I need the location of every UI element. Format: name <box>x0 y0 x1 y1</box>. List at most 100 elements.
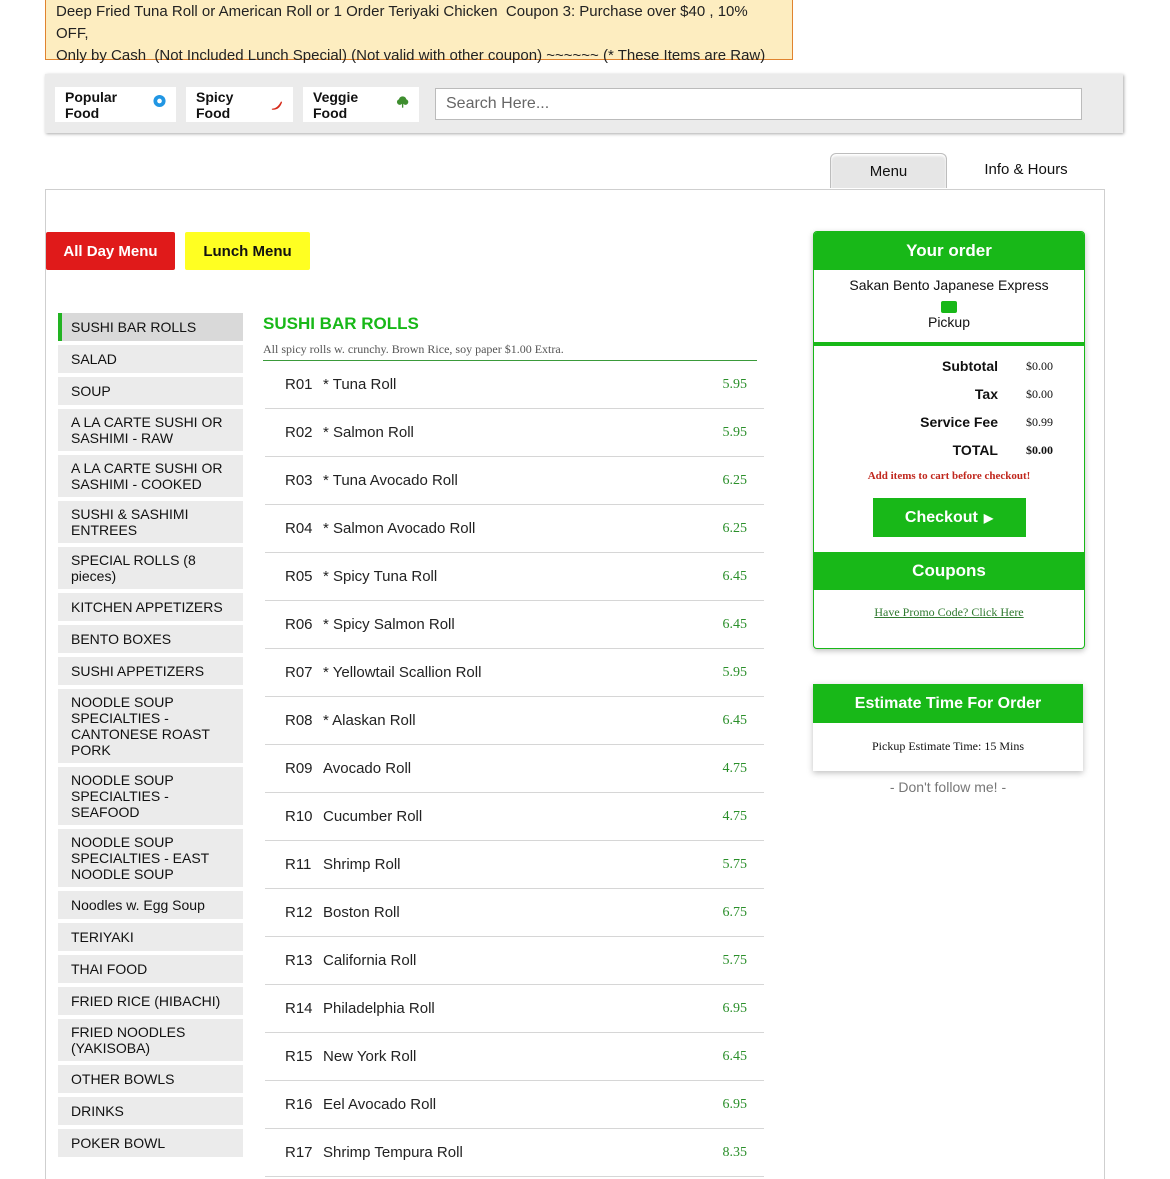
section-title: SUSHI BAR ROLLS <box>263 314 419 333</box>
item-name: * Tuna Roll <box>323 376 397 393</box>
item-code: R09 <box>285 760 313 777</box>
promo-code-link[interactable]: Have Promo Code? Click Here <box>814 605 1084 620</box>
filter-spicy-button[interactable]: Spicy Food <box>186 87 293 122</box>
item-price: 6.45 <box>722 568 748 584</box>
service-fee-row: Service Fee $0.99 <box>814 408 1084 436</box>
total-row: TOTAL $0.00 <box>814 436 1084 464</box>
item-code: R13 <box>285 952 313 969</box>
menu-item-row[interactable]: R11 Shrimp Roll 5.75 <box>265 841 764 889</box>
category-item[interactable]: BENTO BOXES <box>58 625 243 653</box>
item-name: * Salmon Roll <box>323 424 414 441</box>
item-name: * Spicy Salmon Roll <box>323 616 455 633</box>
category-item[interactable]: Noodles w. Egg Soup <box>58 891 243 919</box>
search-input[interactable] <box>435 88 1082 120</box>
category-item[interactable]: OTHER BOWLS <box>58 1065 243 1093</box>
category-item[interactable]: SOUP <box>58 377 243 405</box>
item-price: 6.45 <box>722 712 748 728</box>
menu-item-row[interactable]: R01 * Tuna Roll 5.95 <box>265 361 764 409</box>
category-item[interactable]: NOODLE SOUP SPECIALTIES - CANTONESE ROAS… <box>58 689 243 763</box>
category-item[interactable]: POKER BOWL <box>58 1129 243 1157</box>
category-item[interactable]: SUSHI BAR ROLLS <box>58 313 243 341</box>
item-price: 4.75 <box>722 760 748 776</box>
filter-veggie-button[interactable]: Veggie Food <box>303 87 419 122</box>
category-item[interactable]: FRIED RICE (HIBACHI) <box>58 987 243 1015</box>
item-name: New York Roll <box>323 1048 417 1065</box>
menu-item-row[interactable]: R17 Shrimp Tempura Roll 8.35 <box>265 1129 764 1177</box>
all-day-menu-button[interactable]: All Day Menu <box>46 232 175 270</box>
category-item[interactable]: NOODLE SOUP SPECIALTIES - EAST NOODLE SO… <box>58 829 243 887</box>
item-code: R02 <box>285 424 313 441</box>
item-price: 4.75 <box>722 808 748 824</box>
menu-item-row[interactable]: R03 * Tuna Avocado Roll 6.25 <box>265 457 764 505</box>
item-code: R16 <box>285 1096 313 1113</box>
checkout-button[interactable]: Checkout ▶ <box>872 498 1026 537</box>
item-name: Boston Roll <box>323 904 400 921</box>
filter-bar: Popular Food Spicy Food Veggie Food <box>45 74 1123 133</box>
tax-row: Tax $0.00 <box>814 380 1084 408</box>
category-item[interactable]: THAI FOOD <box>58 955 243 983</box>
menu-item-row[interactable]: R05 * Spicy Tuna Roll 6.45 <box>265 553 764 601</box>
checkout-label: Checkout <box>904 508 978 526</box>
tab-menu[interactable]: Menu <box>830 153 947 188</box>
item-price: 5.95 <box>722 376 748 392</box>
item-code: R01 <box>285 376 313 393</box>
menu-item-row[interactable]: R07 * Yellowtail Scallion Roll 5.95 <box>265 649 764 697</box>
menu-item-row[interactable]: R14 Philadelphia Roll 6.95 <box>265 985 764 1033</box>
menu-item-row[interactable]: R09 Avocado Roll 4.75 <box>265 745 764 793</box>
category-item[interactable]: SALAD <box>58 345 243 373</box>
item-price: 8.35 <box>722 1144 748 1160</box>
item-code: R08 <box>285 712 313 729</box>
category-item[interactable]: SUSHI APPETIZERS <box>58 657 243 685</box>
item-name: Shrimp Tempura Roll <box>323 1144 463 1161</box>
menu-item-row[interactable]: R15 New York Roll 6.45 <box>265 1033 764 1081</box>
estimate-text: Pickup Estimate Time: 15 Mins <box>871 739 1024 753</box>
category-item[interactable]: TERIYAKI <box>58 923 243 951</box>
category-item[interactable]: FRIED NOODLES (YAKISOBA) <box>58 1019 243 1061</box>
menu-item-row[interactable]: R06 * Spicy Salmon Roll 6.45 <box>265 601 764 649</box>
menu-items-list: R01 * Tuna Roll 5.95 R02 * Salmon Roll 5.95 … <box>265 361 764 1177</box>
play-arrow-icon: ▶ <box>983 510 994 525</box>
estimate-title: Estimate Time For Order <box>813 684 1083 723</box>
category-item[interactable]: KITCHEN APPETIZERS <box>58 593 243 621</box>
item-code: R15 <box>285 1048 313 1065</box>
item-price: 5.95 <box>722 664 748 680</box>
lunch-menu-button[interactable]: Lunch Menu <box>185 232 310 270</box>
category-item[interactable]: A LA CARTE SUSHI OR SASHIMI - RAW <box>58 409 243 451</box>
order-mode[interactable]: Pickup <box>814 314 1084 346</box>
menu-item-row[interactable]: R12 Boston Roll 6.75 <box>265 889 764 937</box>
item-name: Eel Avocado Roll <box>323 1096 437 1113</box>
item-name: * Alaskan Roll <box>323 712 416 729</box>
cart-warning: Add items to cart before checkout! <box>867 470 1031 482</box>
item-price: 6.95 <box>722 1096 748 1112</box>
menu-item-row[interactable]: R08 * Alaskan Roll 6.45 <box>265 697 764 745</box>
menu-item-row[interactable]: R04 * Salmon Avocado Roll 6.25 <box>265 505 764 553</box>
subtotal-row: Subtotal $0.00 <box>814 352 1084 380</box>
menu-item-row[interactable]: R10 Cucumber Roll 4.75 <box>265 793 764 841</box>
menu-item-row[interactable]: R13 California Roll 5.75 <box>265 937 764 985</box>
menu-item-row[interactable]: R02 * Salmon Roll 5.95 <box>265 409 764 457</box>
tax-label: Tax <box>974 386 998 402</box>
item-price: 6.25 <box>722 472 748 488</box>
category-item[interactable]: DRINKS <box>58 1097 243 1125</box>
item-code: R12 <box>285 904 313 921</box>
item-code: R03 <box>285 472 313 489</box>
category-item[interactable]: SPECIAL ROLLS (8 pieces) <box>58 547 243 589</box>
item-name: * Salmon Avocado Roll <box>323 520 476 537</box>
category-item[interactable]: SUSHI & SASHIMI ENTREES <box>58 501 243 543</box>
tab-info-hours[interactable]: Info & Hours <box>950 152 1102 187</box>
item-price: 6.45 <box>722 1048 748 1064</box>
restaurant-name: Sakan Bento Japanese Express <box>849 277 1049 293</box>
item-price: 6.45 <box>722 616 748 632</box>
category-item[interactable]: NOODLE SOUP SPECIALTIES - SEAFOOD <box>58 767 243 825</box>
item-name: Philadelphia Roll <box>323 1000 435 1017</box>
item-code: R14 <box>285 1000 313 1017</box>
notice-line-2: Only by Cash (Not Included Lunch Special… <box>56 47 766 64</box>
category-sidebar: SUSHI BAR ROLLS SALAD SOUP A LA CARTE SU… <box>58 313 243 1161</box>
item-name: * Spicy Tuna Roll <box>323 568 438 585</box>
coupon-notice: Deep Fried Tuna Roll or American Roll or… <box>45 0 793 64</box>
item-code: R04 <box>285 520 313 537</box>
filter-popular-button[interactable]: Popular Food <box>55 87 176 122</box>
menu-item-row[interactable]: R16 Eel Avocado Roll 6.95 <box>265 1081 764 1129</box>
category-item[interactable]: A LA CARTE SUSHI OR SASHIMI - COOKED <box>58 455 243 497</box>
item-name: * Yellowtail Scallion Roll <box>323 664 482 681</box>
